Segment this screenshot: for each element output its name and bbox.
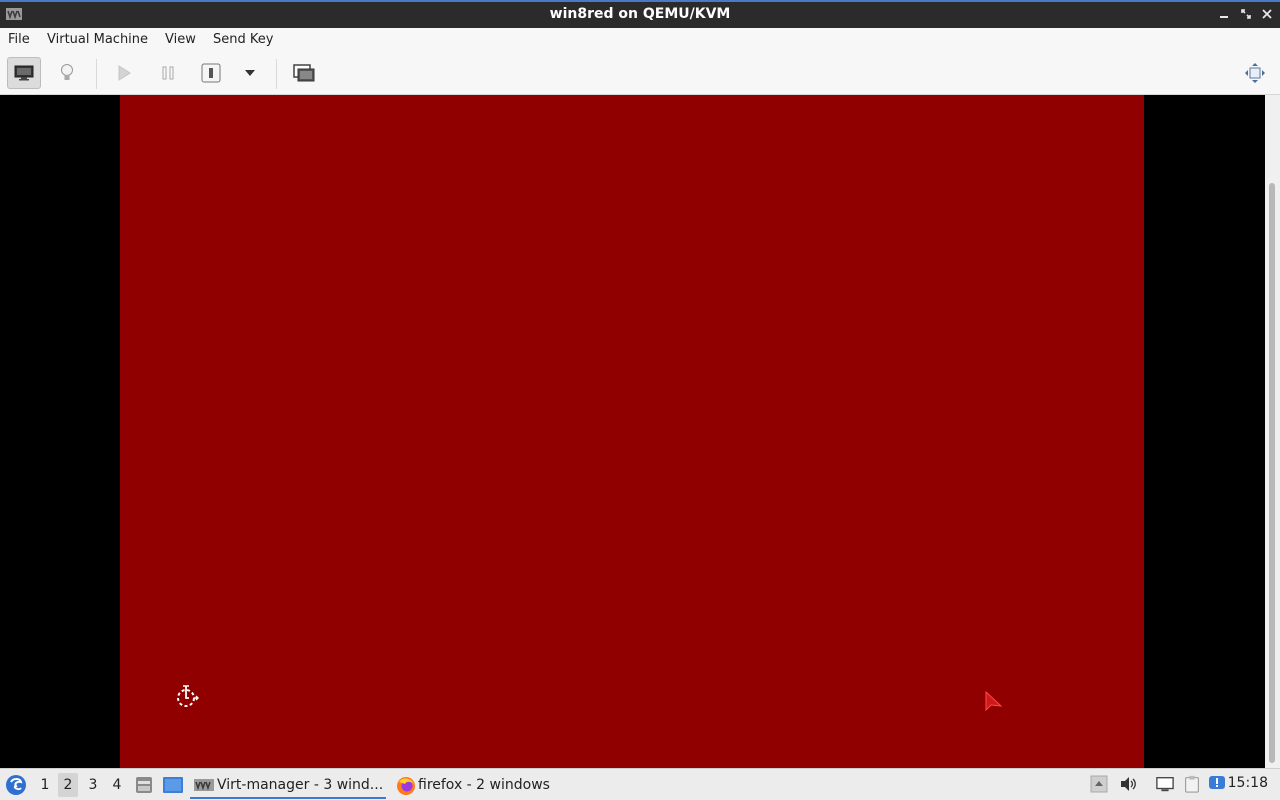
menu-view[interactable]: View xyxy=(165,32,196,47)
task-firefox[interactable]: firefox - 2 windows xyxy=(394,771,564,799)
menu-bar: File Virtual Machine View Send Key xyxy=(0,28,1280,53)
task-label: firefox - 2 windows xyxy=(418,777,550,793)
vertical-scrollbar[interactable] xyxy=(1265,95,1280,768)
volume-icon[interactable] xyxy=(1119,775,1137,793)
file-manager-icon[interactable] xyxy=(134,775,154,795)
console-view-button[interactable] xyxy=(7,57,41,89)
task-label: Virt-manager - 3 wind... xyxy=(217,777,384,793)
maximize-button[interactable] xyxy=(1237,5,1255,25)
power-icon xyxy=(201,63,221,83)
lightbulb-icon xyxy=(61,64,73,80)
notification-icon[interactable] xyxy=(1208,775,1226,793)
pause-button[interactable] xyxy=(151,57,185,89)
chevron-down-icon xyxy=(245,70,255,76)
snapshots-button[interactable] xyxy=(287,57,321,89)
monitor-icon xyxy=(14,65,34,81)
menu-send-key[interactable]: Send Key xyxy=(213,32,273,47)
workspace-1[interactable]: 1 xyxy=(35,773,55,797)
taskbar: 1 2 3 4 Virt-manager - 3 wind... firefox… xyxy=(0,768,1280,800)
show-desktop-icon[interactable] xyxy=(162,775,184,795)
maximize-icon xyxy=(1241,9,1251,19)
play-icon xyxy=(118,65,131,81)
run-button[interactable] xyxy=(107,57,141,89)
window-title: win8red on QEMU/KVM xyxy=(549,6,731,22)
tray-arrow-icon[interactable] xyxy=(1090,775,1108,793)
details-view-button[interactable] xyxy=(50,57,84,89)
scrollbar-thumb[interactable] xyxy=(1269,183,1275,763)
minimize-icon xyxy=(1220,16,1228,18)
menu-file[interactable]: File xyxy=(8,32,30,47)
window-titlebar[interactable]: win8red on QEMU/KVM xyxy=(0,0,1280,28)
shutdown-button[interactable] xyxy=(194,57,228,89)
close-button[interactable] xyxy=(1258,5,1276,25)
close-icon xyxy=(1262,9,1272,19)
snapshots-icon xyxy=(293,64,315,82)
clock[interactable]: 15:18 xyxy=(1228,775,1268,791)
toolbar-separator xyxy=(96,59,97,89)
mouse-pointer-icon xyxy=(985,690,1003,712)
guest-display[interactable] xyxy=(120,95,1144,768)
menu-virtual-machine[interactable]: Virtual Machine xyxy=(47,32,148,47)
fullscreen-icon xyxy=(1245,63,1265,83)
toolbar xyxy=(0,53,1280,95)
shutdown-menu-button[interactable] xyxy=(233,57,267,89)
pause-icon xyxy=(162,66,174,80)
fullscreen-button[interactable] xyxy=(1238,57,1272,89)
workspace-4[interactable]: 4 xyxy=(107,773,127,797)
toolbar-separator xyxy=(276,59,277,89)
vm-console[interactable] xyxy=(0,95,1265,768)
start-menu-icon[interactable] xyxy=(5,774,27,796)
firefox-icon xyxy=(397,777,415,795)
virt-manager-app-icon xyxy=(194,779,214,791)
workspace-3[interactable]: 3 xyxy=(83,773,103,797)
network-icon[interactable] xyxy=(1156,775,1174,793)
clipboard-icon[interactable] xyxy=(1183,775,1201,793)
minimize-button[interactable] xyxy=(1215,5,1233,25)
workspace-2[interactable]: 2 xyxy=(58,773,78,797)
busy-cursor-icon xyxy=(177,685,199,707)
task-virt-manager[interactable]: Virt-manager - 3 wind... xyxy=(190,771,386,799)
